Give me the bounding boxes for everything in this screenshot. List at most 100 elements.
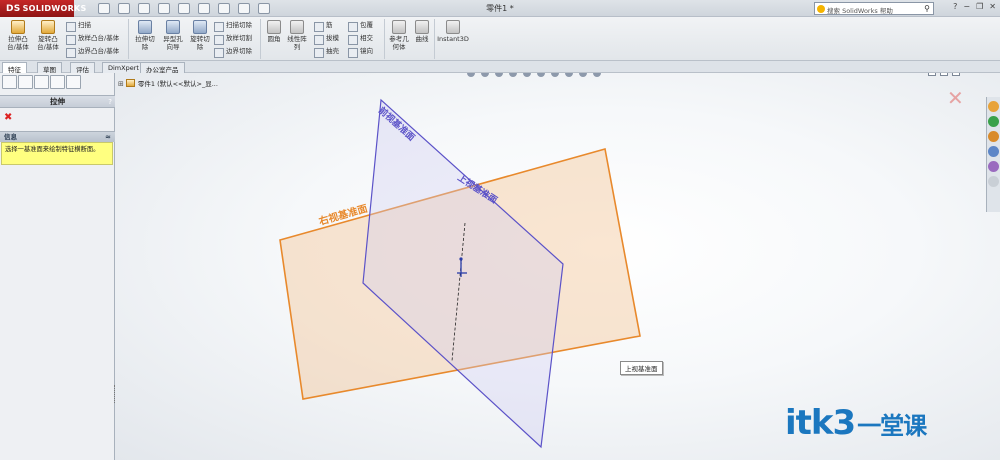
boundary-boss-button[interactable]: 边界凸台/基体 [66,46,119,58]
tab-dimxpert[interactable]: DimXpert [102,62,145,73]
extrude-boss-button[interactable]: 拉伸凸 台/基体 [4,20,32,51]
button-label: 何体 [392,43,406,51]
file-explorer-icon[interactable] [988,146,999,157]
button-label: 曲线 [415,35,429,43]
lofted-cut-button[interactable]: 放样切割 [214,33,252,45]
swept-cut-button[interactable]: 扫描切除 [214,20,252,32]
button-label: 拉伸切 [135,35,155,43]
configuration-manager-tab-icon[interactable] [34,75,49,89]
revolve-cut-button[interactable]: 旋转切 除 [188,20,212,51]
search-placeholder: 搜索 SolidWorks 帮助 [827,7,893,15]
panel-tabs [2,75,81,89]
separator [128,19,129,59]
button-label: 除 [141,43,149,51]
button-label: Instant3D [437,35,469,43]
command-manager: 拉伸凸 台/基体 旋转凸 台/基体 扫描 放样凸台/基体 边界凸台/基体 拉伸切… [0,17,1000,61]
message-header[interactable]: 信息 ≈ [0,131,115,142]
options-icon[interactable] [258,3,270,14]
minimize-button[interactable]: − [963,2,970,11]
help-button[interactable]: ? [953,2,957,11]
linear-pattern-button[interactable]: 线性阵 列 [286,20,308,51]
solidworks-search-icon [817,5,825,13]
ds-logo-mark: DS [6,4,21,14]
mirror-button[interactable]: 镜向 [348,46,373,58]
close-button[interactable]: ✕ [989,2,996,11]
intersect-button[interactable]: 相交 [348,33,373,45]
shell-button[interactable]: 抽壳 [314,46,339,58]
view-palette-icon[interactable] [988,161,999,172]
extrude-cut-button[interactable]: 拉伸切 除 [132,20,158,51]
new-document-icon[interactable] [98,3,110,14]
watermark-chinese: 一堂课 [857,412,927,440]
revolve-boss-button[interactable]: 旋转凸 台/基体 [34,20,62,51]
cancel-icon[interactable]: ✖ [4,113,12,123]
boundary-cut-button[interactable]: 边界切除 [214,46,252,58]
3d-content-central-icon[interactable] [988,116,999,127]
tab-evaluate[interactable]: 评估 [70,62,95,74]
linear-pattern-icon [290,20,304,34]
tab-features[interactable]: 特征 [2,62,27,74]
reference-geometry-icon [392,20,406,34]
rebuild-icon[interactable] [218,3,230,14]
revolve-boss-icon [41,20,55,34]
help-search-input[interactable]: 搜索 SolidWorks 帮助 ⚲ [814,2,934,15]
quick-access-toolbar [98,3,270,14]
button-label: 异型孔 [163,35,183,43]
button-label: 线性阵 [287,35,307,43]
planes-view: 前视基准面 右视基准面 上视基准面 [279,98,641,449]
restore-button[interactable]: ❐ [976,2,983,11]
extrude-boss-icon [11,20,25,34]
collapse-chevron-icon[interactable]: ≈ [105,132,111,142]
magnifier-icon[interactable]: ⚲ [924,4,930,13]
feature-manager-tab-icon[interactable] [2,75,17,89]
instant3d-button[interactable]: Instant3D [436,20,470,43]
help-icon[interactable]: ? [108,96,112,108]
dimxpert-manager-tab-icon[interactable] [50,75,65,89]
hole-wizard-icon [166,20,180,34]
curves-icon [415,20,429,34]
print-icon[interactable] [158,3,170,14]
button-label: 台/基体 [37,43,59,51]
task-pane-tabs [986,97,1000,212]
property-manager-tab-icon[interactable] [18,75,33,89]
appearances-icon[interactable] [988,176,999,187]
solidworks-resources-icon[interactable] [988,101,999,112]
window-controls: ? − ❐ ✕ [953,2,996,11]
file-properties-icon[interactable] [238,3,250,14]
display-manager-tab-icon[interactable] [66,75,81,89]
loft-boss-button[interactable]: 放样凸台/基体 [66,33,119,45]
rib-button[interactable]: 筋 [314,20,333,32]
solidworks-logo[interactable]: DS SOLIDWORKS [0,0,86,17]
separator [260,19,261,59]
fillet-button[interactable]: 圆角 [263,20,285,43]
design-library-icon[interactable] [988,131,999,142]
button-label: 旋转切 [190,35,210,43]
title-bar: DS SOLIDWORKS 零件1 * 搜索 SolidWorks 帮助 ⚲ ? … [0,0,1000,17]
watermark: itk3一堂课 [785,403,927,443]
hole-wizard-button[interactable]: 异型孔 向导 [160,20,186,51]
instant3d-icon [446,20,460,34]
draft-button[interactable]: 拔模 [314,33,339,45]
select-icon[interactable] [198,3,210,14]
reference-geometry-button[interactable]: 参考几 何体 [386,20,412,51]
button-label: 旋转凸 [38,35,58,43]
property-manager-panel: 拉伸 ? ✖ 信息 ≈ 选择一基准面来绘制特征横断面。 [0,73,119,460]
button-label: 列 [293,43,301,51]
sweep-button[interactable]: 扫描 [66,20,91,32]
message-header-label: 信息 [4,133,17,141]
tab-office-products[interactable]: 办公室产品 [140,62,185,74]
save-icon[interactable] [138,3,150,14]
button-label: 参考几 [389,35,409,43]
undo-icon[interactable] [178,3,190,14]
open-document-icon[interactable] [118,3,130,14]
wrap-button[interactable]: 包覆 [348,20,373,32]
solidworks-window: DS SOLIDWORKS 零件1 * 搜索 SolidWorks 帮助 ⚲ ? … [0,0,1000,460]
curves-button[interactable]: 曲线 [412,20,432,43]
tab-sketch[interactable]: 草图 [37,62,62,74]
separator [434,19,435,59]
extrude-cut-icon [138,20,152,34]
revolve-cut-icon [193,20,207,34]
button-label: 圆角 [267,35,281,43]
graphics-area[interactable]: ⊞ 零件1 (默认<<默认>_显... ✕ 前视基准面 右视基准面 上视基准面 … [115,73,1000,460]
brand-name: SOLIDWORKS [22,4,87,13]
